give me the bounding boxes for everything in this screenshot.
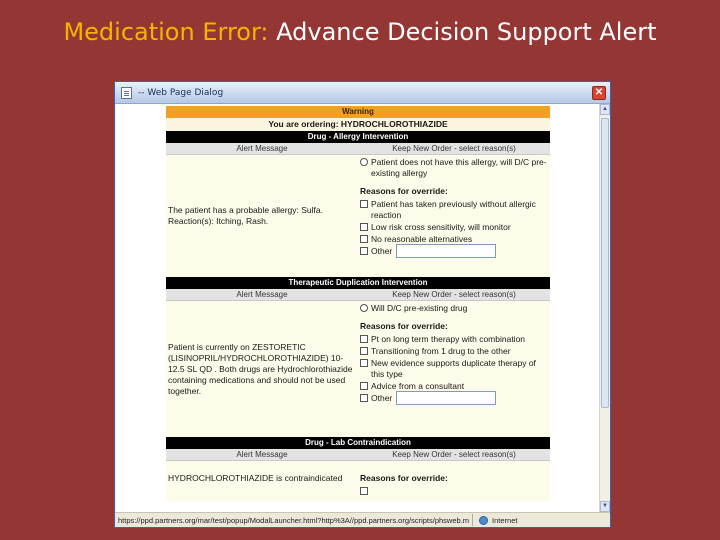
duplication-dc-option[interactable]: Will D/C pre-existing drug (360, 303, 548, 314)
allergy-dc-label: Patient does not have this allergy, will… (371, 157, 547, 178)
status-zone: Internet (492, 515, 518, 525)
scroll-down-arrow-icon[interactable]: ▼ (600, 501, 610, 512)
lab-alert-message: HYDROCHLOROTHIAZIDE is contraindicated (168, 473, 343, 483)
close-button[interactable]: ✕ (592, 86, 606, 100)
vertical-scrollbar[interactable]: ▲ ▼ (599, 104, 610, 512)
allergy-options: Patient does not have this allergy, will… (358, 155, 550, 277)
allergy-section-header: Drug - Allergy Intervention (166, 131, 550, 143)
duplication-reason-4-checkbox[interactable] (360, 382, 368, 390)
lab-reason-1[interactable] (360, 486, 548, 495)
allergy-other-label: Other (371, 246, 393, 256)
lab-reason-1-checkbox[interactable] (360, 487, 368, 495)
web-page-dialog: -- Web Page Dialog ✕ Warning You are ord… (114, 81, 611, 528)
decision-support-form: Warning You are ordering: HYDROCHLOROTHI… (166, 106, 550, 501)
allergy-reason-1-label: Patient has taken previously without all… (371, 199, 536, 220)
allergy-other-checkbox[interactable] (360, 247, 368, 255)
scroll-thumb[interactable] (601, 118, 609, 408)
duplication-column-headers: Alert Message Keep New Order - select re… (166, 289, 550, 301)
duplication-alert-message: Patient is currently on ZESTORETIC (LISI… (168, 341, 353, 396)
lab-reasons-label: Reasons for override: (360, 473, 448, 483)
duplication-reason-2-checkbox[interactable] (360, 347, 368, 355)
keep-order-header: Keep New Order - select reason(s) (392, 450, 516, 459)
duplication-reasons-label: Reasons for override: (360, 321, 448, 331)
ordering-prefix: You are ordering: (268, 119, 339, 129)
allergy-reason-1[interactable]: Patient has taken previously without all… (360, 199, 548, 221)
lab-options: Reasons for override: (358, 461, 550, 501)
lab-section-header: Drug - Lab Contraindication (166, 437, 550, 449)
allergy-reason-1-checkbox[interactable] (360, 200, 368, 208)
status-separator (472, 514, 474, 526)
keep-order-header: Keep New Order - select reason(s) (392, 290, 516, 299)
keep-order-header: Keep New Order - select reason(s) (392, 144, 516, 153)
allergy-reason-2-label: Low risk cross sensitivity, will monitor (371, 222, 511, 232)
allergy-section-body: The patient has a probable allergy: Sulf… (166, 155, 550, 277)
page-icon (121, 86, 132, 99)
duplication-reason-2[interactable]: Transitioning from 1 drug to the other (360, 346, 548, 357)
status-url: https://ppd.partners.org/mar/test/popup/… (118, 515, 470, 525)
slide-title-rest: Advance Decision Support Alert (276, 18, 657, 46)
ordering-line: You are ordering: HYDROCHLOROTHIAZIDE (166, 118, 550, 131)
status-bar: https://ppd.partners.org/mar/test/popup/… (115, 512, 610, 527)
warning-header: Warning (166, 106, 550, 118)
duplication-reason-3-label: New evidence supports duplicate therapy … (371, 358, 536, 379)
allergy-reasons-label: Reasons for override: (360, 186, 448, 196)
duplication-reason-1[interactable]: Pt on long term therapy with combination (360, 334, 548, 345)
duplication-reason-3-checkbox[interactable] (360, 359, 368, 367)
lab-column-headers: Alert Message Keep New Order - select re… (166, 449, 550, 461)
duplication-other-checkbox[interactable] (360, 394, 368, 402)
duplication-section-header: Therapeutic Duplication Intervention (166, 277, 550, 289)
allergy-reason-2-checkbox[interactable] (360, 223, 368, 231)
globe-icon (479, 515, 489, 525)
alert-message-header: Alert Message (236, 144, 288, 153)
duplication-section-body: Patient is currently on ZESTORETIC (LISI… (166, 301, 550, 437)
dialog-content: Warning You are ordering: HYDROCHLOROTHI… (116, 104, 610, 512)
duplication-other[interactable]: Other (360, 391, 548, 405)
slide-title-highlight: Medication Error: (63, 18, 269, 46)
duplication-reason-2-label: Transitioning from 1 drug to the other (371, 346, 511, 356)
allergy-other[interactable]: Other (360, 244, 548, 258)
duplication-other-label: Other (371, 393, 393, 403)
duplication-other-input[interactable] (396, 391, 497, 405)
allergy-other-input[interactable] (396, 244, 497, 258)
allergy-dc-option[interactable]: Patient does not have this allergy, will… (360, 157, 548, 179)
allergy-alert-message: The patient has a probable allergy: Sulf… (168, 205, 323, 226)
duplication-reason-1-label: Pt on long term therapy with combination (371, 334, 526, 344)
ordering-drug: HYDROCHLOROTHIAZIDE (340, 119, 448, 129)
lab-section-body: HYDROCHLOROTHIAZIDE is contraindicated R… (166, 461, 550, 501)
scroll-up-arrow-icon[interactable]: ▲ (600, 104, 610, 115)
duplication-dc-label: Will D/C pre-existing drug (371, 303, 468, 313)
allergy-reason-2[interactable]: Low risk cross sensitivity, will monitor (360, 222, 548, 233)
duplication-reason-1-checkbox[interactable] (360, 335, 368, 343)
duplication-reason-3[interactable]: New evidence supports duplicate therapy … (360, 358, 548, 380)
allergy-dc-radio[interactable] (360, 158, 368, 166)
duplication-options: Will D/C pre-existing drug Reasons for o… (358, 301, 550, 437)
alert-message-header: Alert Message (236, 290, 288, 299)
dialog-title: -- Web Page Dialog (138, 87, 224, 98)
allergy-column-headers: Alert Message Keep New Order - select re… (166, 143, 550, 155)
allergy-reason-3-checkbox[interactable] (360, 235, 368, 243)
duplication-dc-radio[interactable] (360, 304, 368, 312)
alert-message-header: Alert Message (236, 450, 288, 459)
dialog-titlebar[interactable]: -- Web Page Dialog ✕ (115, 82, 610, 104)
slide-title: Medication Error: Advance Decision Suppo… (0, 18, 720, 46)
